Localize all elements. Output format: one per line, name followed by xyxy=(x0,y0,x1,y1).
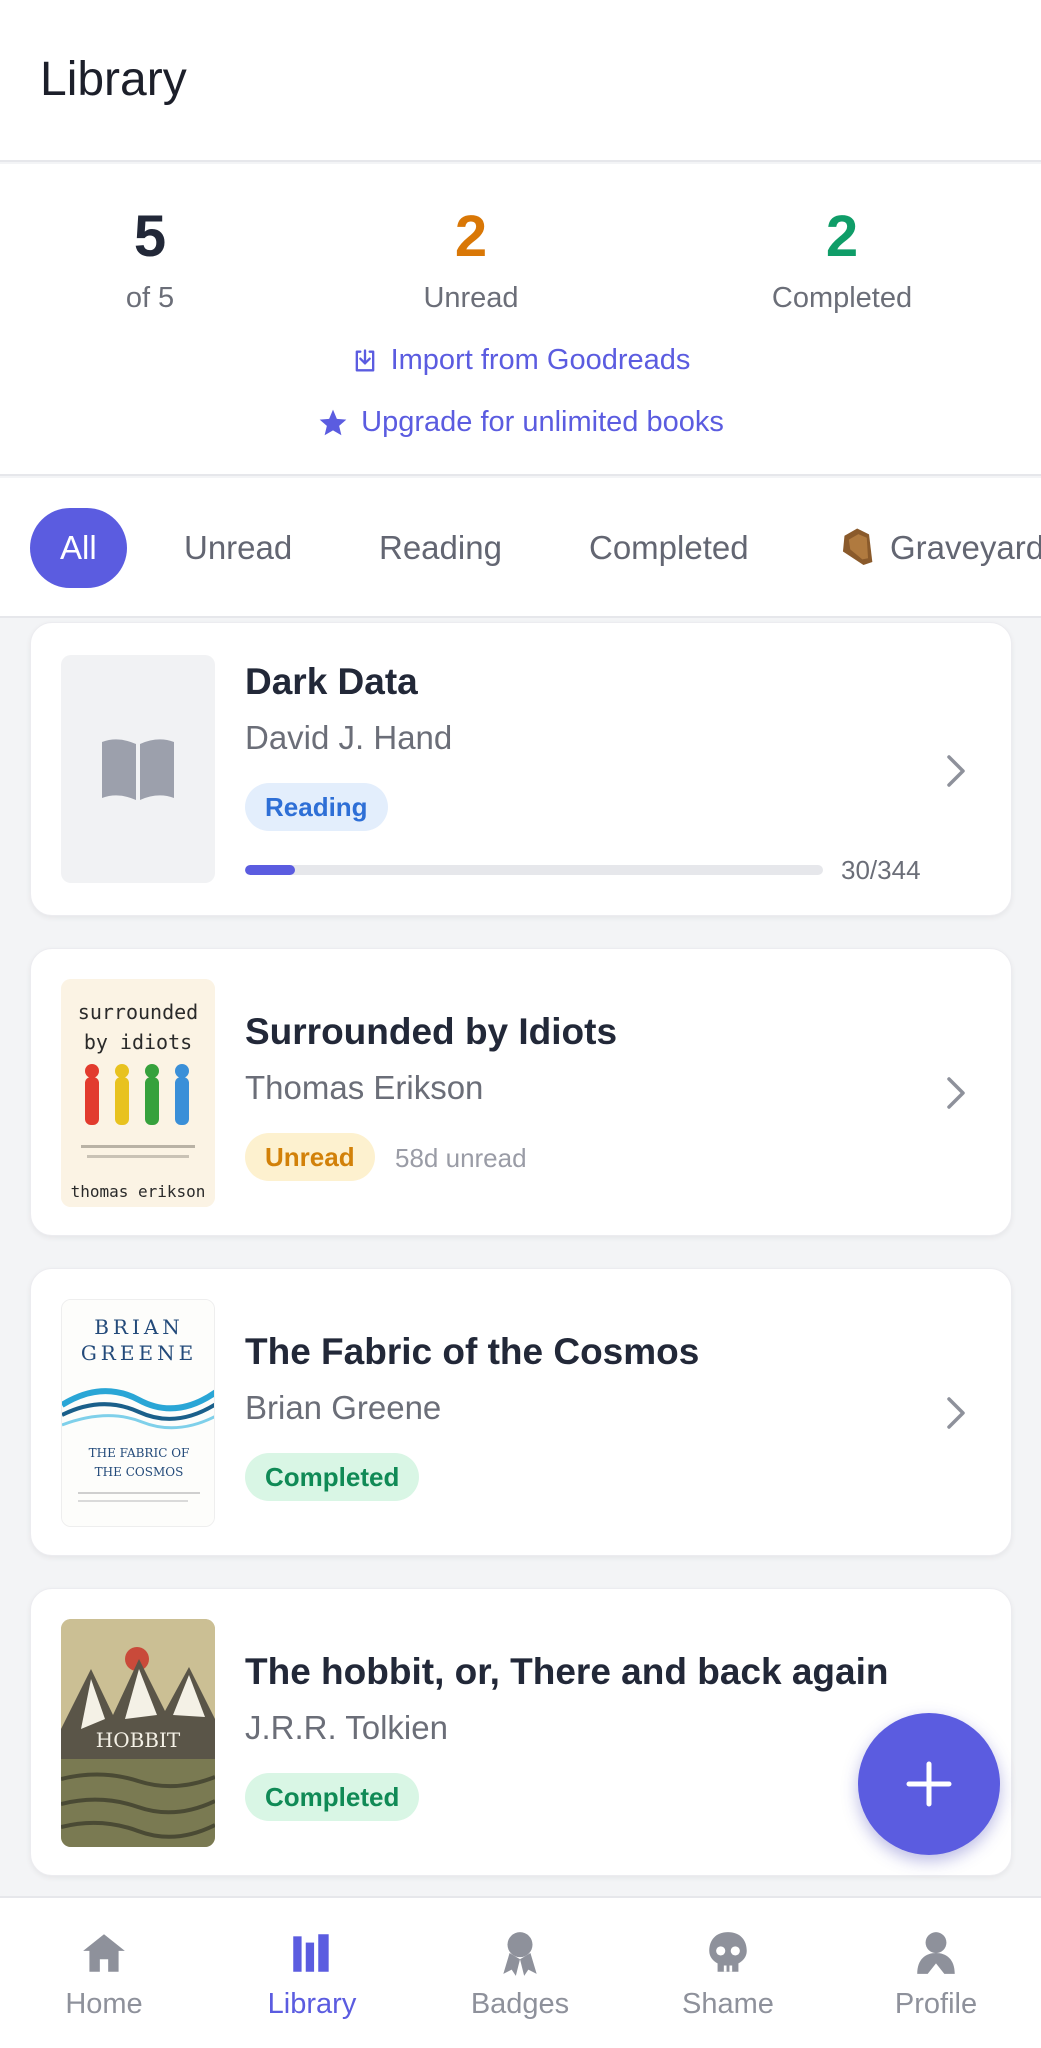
book-cover: HOBBIT xyxy=(61,1619,215,1847)
stat-total-value: 5 xyxy=(133,204,167,269)
book-card[interactable]: HOBBIT The hobbit, or, There and back ag… xyxy=(30,1588,1012,1876)
filter-graveyard-label: Graveyard xyxy=(890,529,1041,566)
cover-title-line1: surrounded xyxy=(78,1000,198,1024)
plus-icon xyxy=(906,1761,952,1807)
book-title: Dark Data xyxy=(245,661,418,702)
book-card[interactable]: surrounded by idiots thomas erikson Surr… xyxy=(30,948,1012,1236)
stat-total-label: of 5 xyxy=(125,282,175,314)
page-title: Library xyxy=(40,53,187,106)
badge-icon xyxy=(503,1931,537,1976)
cover-title-line1: THE FABRIC OF xyxy=(89,1446,190,1460)
cover-author-line1: BRIAN xyxy=(94,1315,184,1339)
nav-shame[interactable]: Shame xyxy=(624,1898,832,2048)
nav-library-label: Library xyxy=(267,1987,357,2020)
stat-unread-value: 2 xyxy=(454,204,488,269)
nav-home-label: Home xyxy=(65,1987,143,2020)
chevron-right-icon xyxy=(947,755,965,787)
app-header: Library xyxy=(0,0,1041,162)
chevron-right-icon xyxy=(947,1077,965,1109)
hobbit-cover: HOBBIT xyxy=(61,1619,215,1847)
book-title: The hobbit, or, There and back again xyxy=(245,1651,889,1692)
book-cover xyxy=(61,655,215,883)
nav-shame-label: Shame xyxy=(682,1987,774,2020)
cover-title: HOBBIT xyxy=(96,1728,181,1752)
book-author: Brian Greene xyxy=(245,1389,442,1426)
book-author: Thomas Erikson xyxy=(245,1069,484,1106)
skull-icon xyxy=(709,1931,747,1972)
cover-author: thomas erikson xyxy=(71,1182,206,1201)
stat-completed: 2 Completed xyxy=(712,204,972,315)
import-goodreads-label: Import from Goodreads xyxy=(390,344,691,376)
stat-total: 5 of 5 xyxy=(20,204,280,315)
filter-unread[interactable]: Unread xyxy=(184,508,292,588)
star-icon xyxy=(319,409,347,435)
upgrade-link[interactable]: Upgrade for unlimited books xyxy=(0,406,1041,439)
filter-all[interactable]: All xyxy=(30,508,127,588)
cover-title-line2: THE COSMOS xyxy=(95,1465,184,1479)
stat-unread-label: Unread xyxy=(423,282,519,314)
nav-badges[interactable]: Badges xyxy=(416,1898,624,2048)
cover-title-line2: by idiots xyxy=(84,1030,192,1054)
progress-text: 30/344 xyxy=(841,855,921,885)
book-author: J.R.R. Tolkien xyxy=(245,1709,448,1746)
status-badge: Reading xyxy=(245,783,388,831)
progress-bar xyxy=(245,865,823,875)
filter-completed[interactable]: Completed xyxy=(589,508,749,588)
book-icon xyxy=(102,739,174,800)
nav-profile[interactable]: Profile xyxy=(832,1898,1040,2048)
nav-profile-label: Profile xyxy=(894,1987,978,2020)
nav-badges-label: Badges xyxy=(470,1987,570,2020)
book-title: Surrounded by Idiots xyxy=(245,1011,618,1052)
upgrade-label: Upgrade for unlimited books xyxy=(361,406,724,438)
book-cover: BRIAN GREENE THE FABRIC OF THE COSMOS xyxy=(61,1299,215,1527)
cover-author-line2: GREENE xyxy=(81,1341,197,1365)
profile-icon xyxy=(917,1931,955,1974)
nav-home[interactable]: Home xyxy=(0,1898,208,2048)
status-badge: Unread xyxy=(245,1133,375,1181)
progress-fill xyxy=(245,865,296,875)
surrounded-by-idiots-cover: surrounded by idiots thomas erikson xyxy=(61,979,215,1207)
import-icon xyxy=(355,348,374,371)
filter-reading[interactable]: Reading xyxy=(379,508,502,588)
book-title: The Fabric of the Cosmos xyxy=(245,1331,700,1372)
add-book-button[interactable] xyxy=(858,1713,1000,1855)
nav-library[interactable]: Library xyxy=(208,1898,416,2048)
fabric-of-cosmos-cover: BRIAN GREENE THE FABRIC OF THE COSMOS xyxy=(62,1300,214,1526)
import-goodreads-link[interactable]: Import from Goodreads xyxy=(0,344,1041,377)
library-icon xyxy=(293,1933,329,1972)
unread-duration: 58d unread xyxy=(395,1143,527,1173)
coffin-icon xyxy=(842,528,873,566)
status-badge: Completed xyxy=(245,1453,420,1501)
bottom-nav: Home Library Badges Shame Profile xyxy=(0,1896,1041,2048)
book-author: David J. Hand xyxy=(245,719,453,756)
book-cover: surrounded by idiots thomas erikson xyxy=(61,979,215,1207)
filter-graveyard[interactable]: Graveyard xyxy=(838,508,1041,588)
stat-completed-value: 2 xyxy=(825,204,859,269)
status-badge: Completed xyxy=(245,1773,420,1821)
stat-completed-label: Completed xyxy=(771,282,913,314)
home-icon xyxy=(83,1933,125,1972)
chevron-right-icon xyxy=(947,1397,965,1429)
stat-unread: 2 Unread xyxy=(341,204,601,315)
filter-bar: All Unread Reading Completed Graveyard xyxy=(0,478,1041,618)
book-card[interactable]: Dark Data David J. Hand Reading 30/344 xyxy=(30,622,1012,916)
library-stats: 5 of 5 2 Unread 2 Completed Import from … xyxy=(0,164,1041,476)
book-card[interactable]: BRIAN GREENE THE FABRIC OF THE COSMOS Th… xyxy=(30,1268,1012,1556)
